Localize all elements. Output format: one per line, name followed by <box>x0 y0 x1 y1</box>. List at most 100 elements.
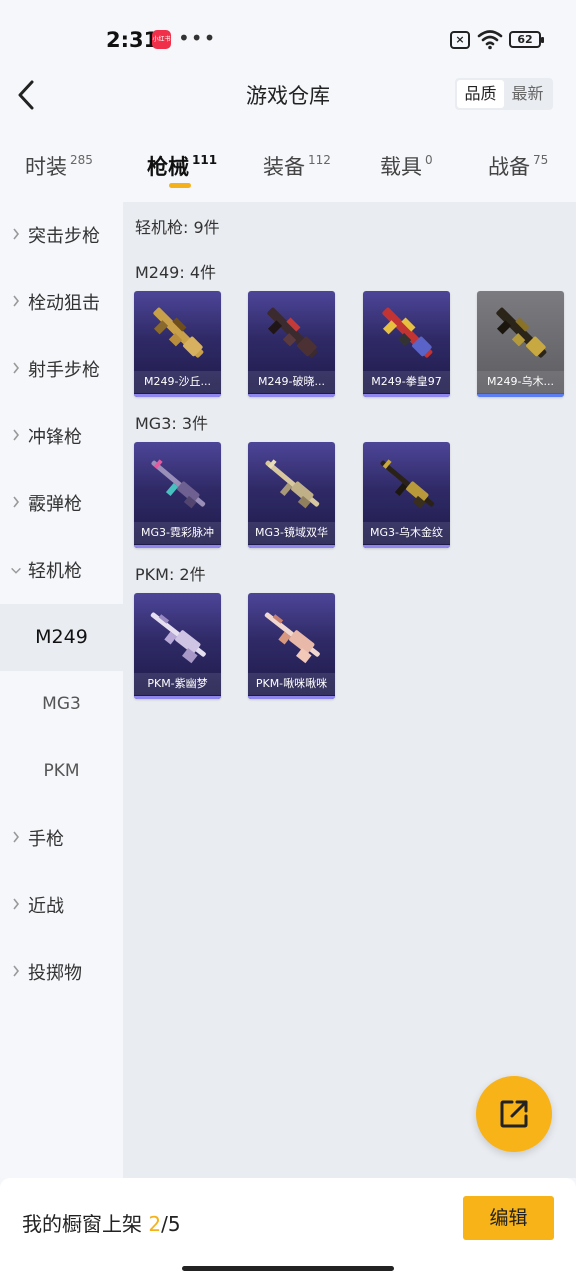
tab-count: 75 <box>533 153 549 167</box>
rarity-bar <box>248 545 335 548</box>
item-card-m249-ebony[interactable]: M249-乌木... <box>477 291 564 397</box>
sidebar-item-melee[interactable]: 近战 <box>0 872 123 939</box>
sidebar-subitem-mg3[interactable]: MG3 <box>0 671 123 738</box>
chevron-right-icon <box>13 898 20 910</box>
edit-button[interactable]: 编辑 <box>463 1196 554 1240</box>
sort-quality-button[interactable]: 品质 <box>457 80 504 108</box>
sidebar-item-bolt-sniper[interactable]: 栓动狙击 <box>0 269 123 336</box>
rarity-bar <box>134 394 221 397</box>
tab-equipment[interactable]: 装备 112 <box>263 151 331 181</box>
showcase-label: 我的橱窗上架 <box>22 1212 142 1236</box>
group-title-m249: M249: 4件 <box>135 263 217 282</box>
item-grid-panel: 轻机枪: 9件 M249: 4件 M249-沙丘... M249-破晓... M… <box>123 202 576 1178</box>
home-indicator[interactable] <box>182 1266 394 1271</box>
sidebar-item-label: 栓动狙击 <box>28 293 100 314</box>
tab-fashion[interactable]: 时装 285 <box>25 151 93 181</box>
sidebar-item-throwable[interactable]: 投掷物 <box>0 939 123 1006</box>
bottom-bar: 我的橱窗上架 2/5 编辑 <box>0 1178 576 1280</box>
share-button[interactable] <box>476 1076 552 1152</box>
sidebar-item-label: 轻机枪 <box>28 561 82 582</box>
tab-count: 0 <box>425 153 433 167</box>
item-name: M249-拳皇97 <box>363 371 450 393</box>
lmg-skin-ebony-icon <box>496 307 547 358</box>
tab-label: 战备 <box>488 155 530 179</box>
sidebar-item-label: 霰弹枪 <box>28 494 82 515</box>
tab-count: 111 <box>192 153 218 167</box>
sidebar-item-label: 冲锋枪 <box>28 427 82 448</box>
sidebar-item-smg[interactable]: 冲锋枪 <box>0 403 123 470</box>
showcase-total: /5 <box>161 1212 181 1236</box>
item-card-pkm-kiss[interactable]: PKM-啾咪啾咪 <box>248 593 335 699</box>
sort-toggle: 品质 最新 <box>455 78 553 110</box>
sidebar-subitem-pkm[interactable]: PKM <box>0 738 123 805</box>
pkm-skin-pink-icon <box>264 612 320 664</box>
tab-label: 载具 <box>380 155 422 179</box>
tab-label: 时装 <box>25 155 67 179</box>
sort-newest-button[interactable]: 最新 <box>504 80 551 108</box>
showcase-status: 我的橱窗上架 2/5 <box>22 1208 181 1237</box>
sidebar-item-marksman-rifle[interactable]: 射手步枪 <box>0 336 123 403</box>
item-card-mg3-mirror[interactable]: MG3-镜域双华 <box>248 442 335 548</box>
group-title-mg3: MG3: 3件 <box>135 414 209 433</box>
more-notifications-icon: ••• <box>178 26 217 50</box>
rarity-bar <box>134 696 221 699</box>
no-sim-icon: × <box>450 31 470 49</box>
sidebar-item-lmg[interactable]: 轻机枪 <box>0 537 123 604</box>
mg3-skin-mirror-icon <box>265 459 320 509</box>
lmg-skin-red-icon <box>382 307 433 358</box>
sidebar-item-label: 突击步枪 <box>28 226 100 247</box>
chevron-right-icon <box>13 831 20 843</box>
rarity-bar <box>363 394 450 397</box>
item-name: M249-破晓... <box>248 371 335 393</box>
sidebar-item-label: 近战 <box>28 896 64 917</box>
rarity-bar <box>248 696 335 699</box>
category-tabs: 时装 285 枪械 111 装备 112 载具 0 战备 75 <box>0 138 576 202</box>
lmg-skin-dark-icon <box>267 307 318 358</box>
chevron-right-icon <box>13 965 20 977</box>
item-name: MG3-霓彩脉冲 <box>134 522 221 544</box>
rarity-bar <box>134 545 221 548</box>
chevron-right-icon <box>13 362 20 374</box>
chevron-right-icon <box>13 228 20 240</box>
sidebar-item-pistol[interactable]: 手枪 <box>0 805 123 872</box>
tab-combat-supplies[interactable]: 战备 75 <box>488 151 548 181</box>
pkm-skin-purple-icon <box>150 612 206 664</box>
tab-label: 装备 <box>263 155 305 179</box>
item-name: M249-沙丘... <box>134 371 221 393</box>
chevron-right-icon <box>13 295 20 307</box>
item-name: MG3-镜域双华 <box>248 522 335 544</box>
mg3-skin-ebony-gold-icon <box>380 459 435 509</box>
wifi-icon <box>477 30 503 50</box>
item-card-pkm-purple-dream[interactable]: PKM-紫幽梦 <box>134 593 221 699</box>
item-card-mg3-neon[interactable]: MG3-霓彩脉冲 <box>134 442 221 548</box>
app-notification-icon: 小红书 <box>152 30 171 49</box>
item-name: MG3-乌木金纹 <box>363 522 450 544</box>
lmg-skin-gold-icon <box>153 307 204 358</box>
status-time: 2:31 <box>106 28 159 52</box>
item-name: PKM-紫幽梦 <box>134 673 221 695</box>
active-tab-indicator <box>169 183 191 188</box>
item-card-m249-kof97[interactable]: M249-拳皇97 <box>363 291 450 397</box>
chevron-down-icon <box>11 567 21 574</box>
rarity-bar <box>248 394 335 397</box>
item-name: PKM-啾咪啾咪 <box>248 673 335 695</box>
category-count-title: 轻机枪: 9件 <box>135 218 220 237</box>
top-header: 游戏仓库 品质 最新 <box>0 78 576 138</box>
share-external-icon <box>500 1100 528 1128</box>
tab-vehicles[interactable]: 载具 0 <box>380 151 433 181</box>
status-bar: 2:31 小红书 ••• × 62 <box>0 0 576 78</box>
mg3-skin-neon-icon <box>151 459 206 509</box>
item-card-mg3-ebony-gold[interactable]: MG3-乌木金纹 <box>363 442 450 548</box>
sidebar: 突击步枪 栓动狙击 射手步枪 冲锋枪 霰弹枪 轻机枪 M249 MG3 PKM … <box>0 202 123 1178</box>
sidebar-item-shotgun[interactable]: 霰弹枪 <box>0 470 123 537</box>
battery-icon: 62 <box>509 31 544 48</box>
rarity-bar <box>363 545 450 548</box>
chevron-right-icon <box>13 429 20 441</box>
tab-firearms[interactable]: 枪械 111 <box>147 151 217 181</box>
sidebar-item-assault-rifle[interactable]: 突击步枪 <box>0 202 123 269</box>
sidebar-subitem-m249[interactable]: M249 <box>0 604 123 671</box>
item-card-m249-dawn[interactable]: M249-破晓... <box>248 291 335 397</box>
item-card-m249-dune[interactable]: M249-沙丘... <box>134 291 221 397</box>
tab-count: 285 <box>70 153 93 167</box>
chevron-right-icon <box>13 496 20 508</box>
